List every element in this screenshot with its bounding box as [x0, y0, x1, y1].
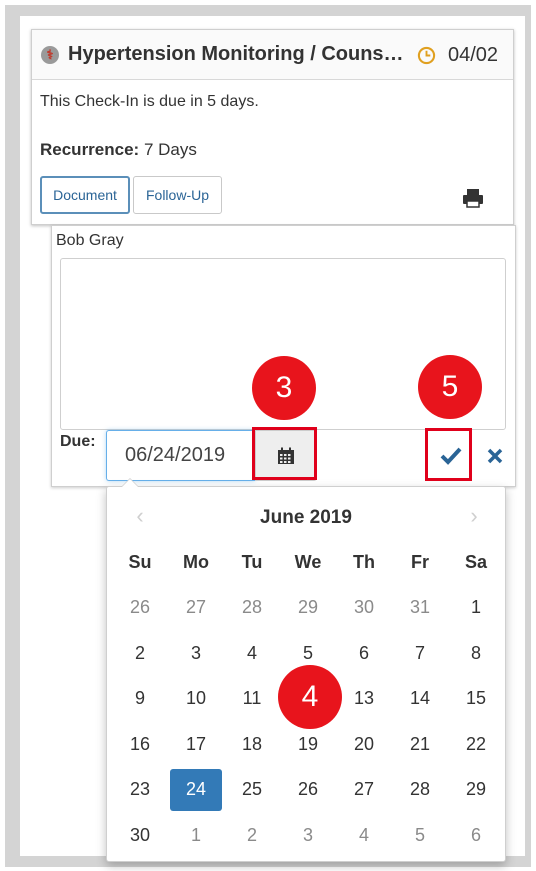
callout-5: 5: [418, 355, 482, 419]
calendar-day[interactable]: 13: [336, 676, 392, 722]
confirm-highlight-box: [425, 428, 472, 481]
calendar-day[interactable]: 31: [392, 585, 448, 631]
card-date: 04/02: [448, 44, 499, 66]
due-date-input[interactable]: [106, 430, 255, 481]
calendar-day[interactable]: 17: [168, 722, 224, 768]
calendar-day[interactable]: 24: [170, 769, 222, 811]
calendar-day[interactable]: 30: [336, 585, 392, 631]
month-title[interactable]: June 2019: [107, 507, 505, 529]
calendar-day[interactable]: 30: [112, 813, 168, 859]
recurrence-value: 7 Days: [143, 140, 197, 159]
calendar-day[interactable]: 27: [168, 585, 224, 631]
close-icon: [487, 448, 503, 463]
calendar-day[interactable]: 7: [392, 631, 448, 677]
calendar-day[interactable]: 18: [224, 722, 280, 768]
calendar-day[interactable]: 29: [448, 767, 504, 813]
calendar-day[interactable]: 6: [448, 813, 504, 859]
callout-4: 4: [278, 665, 342, 729]
calendar-day[interactable]: 26: [280, 767, 336, 813]
calendar-day[interactable]: 3: [280, 813, 336, 859]
recurrence-info: Recurrence: 7 Days: [40, 140, 197, 160]
next-month-button[interactable]: ›: [459, 501, 489, 531]
calendar-day[interactable]: 28: [224, 585, 280, 631]
calendar-day[interactable]: 28: [392, 767, 448, 813]
calendar-day[interactable]: 3: [168, 631, 224, 677]
calendar-day[interactable]: 29: [280, 585, 336, 631]
due-message: This Check-In is due in 5 days.: [40, 93, 259, 110]
calendar-day[interactable]: 1: [168, 813, 224, 859]
clock-icon: [417, 46, 436, 65]
calendar-day[interactable]: 4: [224, 631, 280, 677]
calendar-day[interactable]: 2: [224, 813, 280, 859]
calendar-day[interactable]: 1: [448, 585, 504, 631]
calendar-highlight-box: [252, 427, 317, 480]
calendar-day[interactable]: 10: [168, 676, 224, 722]
calendar-day[interactable]: 20: [336, 722, 392, 768]
weekday-header: Su: [128, 551, 152, 572]
callout-3: 3: [252, 356, 316, 420]
card-header: ⚕ Hypertension Monitoring / Couns… 04/02: [32, 30, 513, 80]
calendar-day[interactable]: 14: [392, 676, 448, 722]
calendar-day[interactable]: 16: [112, 722, 168, 768]
print-icon[interactable]: [462, 188, 484, 208]
calendar-day[interactable]: 6: [336, 631, 392, 677]
weekday-header: We: [294, 551, 322, 572]
due-label: Due:: [60, 433, 96, 450]
calendar-day[interactable]: 21: [392, 722, 448, 768]
calendar-day[interactable]: 27: [336, 767, 392, 813]
caduceus-icon: ⚕: [41, 46, 59, 64]
calendar-day[interactable]: 4: [336, 813, 392, 859]
calendar-day[interactable]: 9: [112, 676, 168, 722]
weekday-header: Fr: [411, 551, 429, 572]
calendar-day[interactable]: 25: [224, 767, 280, 813]
calendar-day[interactable]: 23: [112, 767, 168, 813]
weekday-header: Mo: [183, 551, 209, 572]
calendar-day[interactable]: 8: [448, 631, 504, 677]
weekday-header: Sa: [464, 551, 488, 572]
weekday-header: Tu: [241, 551, 263, 572]
calendar-day[interactable]: 11: [224, 676, 280, 722]
checkin-card: ⚕ Hypertension Monitoring / Couns… 04/02…: [31, 29, 514, 225]
follow-up-button[interactable]: Follow-Up: [133, 176, 222, 214]
datepicker-caret: [121, 478, 139, 487]
person-name: Bob Gray: [56, 232, 124, 249]
calendar-day[interactable]: 22: [448, 722, 504, 768]
calendar-day[interactable]: 26: [112, 585, 168, 631]
calendar-day[interactable]: 15: [448, 676, 504, 722]
calendar-day[interactable]: 5: [392, 813, 448, 859]
recurrence-label: Recurrence:: [40, 140, 140, 159]
document-button[interactable]: Document: [40, 176, 130, 214]
cancel-button[interactable]: [475, 433, 515, 478]
weekday-header: Th: [353, 551, 375, 572]
calendar-day[interactable]: 2: [112, 631, 168, 677]
card-title[interactable]: Hypertension Monitoring / Couns…: [68, 43, 408, 66]
